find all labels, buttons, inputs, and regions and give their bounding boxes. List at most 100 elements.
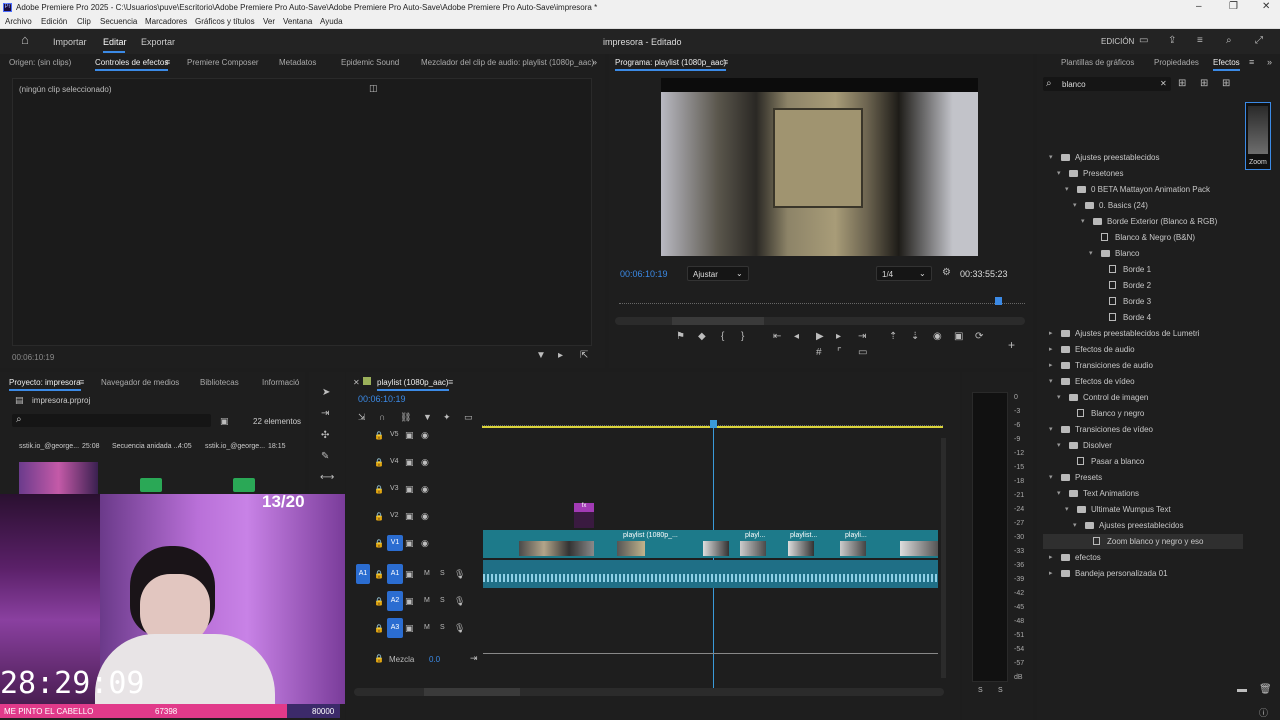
tab-effect-controls[interactable]: Controles de efectos xyxy=(95,58,169,71)
effects-tree-item[interactable]: Presets xyxy=(1075,473,1102,482)
effects-tree-item[interactable]: Blanco & Negro (B&N) xyxy=(1115,233,1195,242)
minimize-icon[interactable]: – xyxy=(1196,1,1202,12)
tab-metadata[interactable]: Metadatos xyxy=(279,58,316,67)
source-patch-a1[interactable]: A1 xyxy=(356,564,370,584)
chevron-down-icon[interactable]: ▾ xyxy=(1057,489,1061,497)
tab-source[interactable]: Origen: (sin clips) xyxy=(9,58,71,67)
playhead-handle[interactable] xyxy=(710,420,717,428)
film-icon[interactable]: ▣ xyxy=(405,484,414,494)
tab-premiere-composer[interactable]: Premiere Composer xyxy=(187,58,259,67)
linked-selection-icon[interactable]: ⛓ xyxy=(400,412,411,422)
effects-tree-item[interactable]: Borde 3 xyxy=(1123,297,1151,306)
project-thumbnail[interactable] xyxy=(19,462,98,494)
lock-icon[interactable]: 🔒 xyxy=(374,570,384,580)
solo-button[interactable]: S xyxy=(440,597,445,604)
mark-out-icon[interactable]: } xyxy=(741,332,744,342)
new-folder-icon[interactable]: ▬ xyxy=(1237,685,1247,695)
chevron-right-icon[interactable]: ▸ xyxy=(1049,569,1053,577)
tab-effects[interactable]: Efectos xyxy=(1213,58,1240,71)
chevron-down-icon[interactable]: ▾ xyxy=(1081,217,1085,225)
add-marker-icon[interactable]: ▼ xyxy=(423,412,432,422)
chevron-right-icon[interactable]: ▸ xyxy=(1049,345,1053,353)
solo-left[interactable]: S xyxy=(978,687,983,694)
menu-icon[interactable]: ≡ xyxy=(723,57,728,67)
chevron-down-icon[interactable]: ▾ xyxy=(1057,441,1061,449)
effects-tree-item[interactable]: Borde 1 xyxy=(1123,265,1151,274)
toggle-timeline-icon[interactable]: ◫ xyxy=(369,83,378,93)
menu-ventana[interactable]: Ventana xyxy=(283,17,312,26)
mark-in-icon[interactable]: { xyxy=(721,332,724,342)
lock-icon[interactable]: 🔒 xyxy=(374,485,384,495)
menu-archivo[interactable]: Archivo xyxy=(5,17,32,26)
tab-properties[interactable]: Propiedades xyxy=(1154,58,1199,67)
lock-icon[interactable]: 🔒 xyxy=(374,597,384,607)
razor-tool-icon[interactable]: ✎ xyxy=(321,452,329,462)
chevron-right-icon[interactable]: ▸ xyxy=(1049,361,1053,369)
yuv-effects-icon[interactable]: ⊞ xyxy=(1222,79,1230,89)
eye-icon[interactable]: ◉ xyxy=(421,484,429,494)
zoom-scrollbar-thumb[interactable] xyxy=(672,317,764,325)
chevron-down-icon[interactable]: ▾ xyxy=(1057,169,1061,177)
menu-secuencia[interactable]: Secuencia xyxy=(100,17,137,26)
project-item-name[interactable]: Secuencia anidada ... xyxy=(112,443,179,450)
solo-right[interactable]: S xyxy=(998,687,1003,694)
project-search-box[interactable]: ⌕ xyxy=(12,414,211,427)
vr-icon[interactable]: ⟳ xyxy=(975,332,983,342)
chevron-down-icon[interactable]: ▾ xyxy=(1057,393,1061,401)
effects-tree-item[interactable]: Ajustes preestablecidos de Lumetri xyxy=(1075,329,1200,338)
settings-icon[interactable]: ✦ xyxy=(443,412,451,422)
vertical-scrollbar[interactable] xyxy=(941,438,946,678)
effects-tree-item[interactable]: Efectos de audio xyxy=(1075,345,1135,354)
tab-media-browser[interactable]: Navegador de medios xyxy=(101,378,179,387)
more-tabs-icon[interactable]: » xyxy=(1267,57,1272,67)
solo-button[interactable]: S xyxy=(440,570,445,577)
trash-icon[interactable]: 🗑 xyxy=(1259,685,1272,695)
effects-tree-item[interactable]: Borde 4 xyxy=(1123,313,1151,322)
effects-tree-item[interactable]: Transiciones de vídeo xyxy=(1075,425,1153,434)
slip-tool-icon[interactable]: ⟷ xyxy=(320,473,334,483)
v2-clip[interactable]: fx xyxy=(574,503,594,528)
program-playhead[interactable] xyxy=(995,297,1002,305)
project-item-name[interactable]: sstik.io_@george... xyxy=(205,443,265,450)
effects-tree-item[interactable]: Control de imagen xyxy=(1083,393,1148,402)
eye-icon[interactable]: ◉ xyxy=(421,538,429,548)
close-icon[interactable]: ✕ xyxy=(353,378,360,388)
lock-icon[interactable]: 🔒 xyxy=(374,458,384,468)
effects-tree-item[interactable]: 0 BETA Mattayon Animation Pack xyxy=(1091,185,1210,194)
preset-thumbnail[interactable]: Zoom xyxy=(1245,102,1271,170)
menu-ayuda[interactable]: Ayuda xyxy=(320,17,343,26)
microphone-icon[interactable]: 🎙 xyxy=(454,623,465,633)
tab-libraries[interactable]: Bibliotecas xyxy=(200,378,239,387)
track-label[interactable]: V2 xyxy=(390,512,399,519)
effects-tree-item[interactable]: Ultimate Wumpus Text xyxy=(1091,505,1171,514)
effects-tree-item[interactable]: Bandeja personalizada 01 xyxy=(1075,569,1168,578)
eye-icon[interactable]: ◉ xyxy=(421,430,429,440)
track-target-a1[interactable]: A1 xyxy=(387,564,403,584)
resolution-dropdown[interactable]: 1/4 ⌄ xyxy=(876,266,932,281)
export-tab[interactable]: Exportar xyxy=(141,37,175,47)
chevron-down-icon[interactable]: ▾ xyxy=(1089,249,1093,257)
effects-tree-item[interactable]: Borde 2 xyxy=(1123,281,1151,290)
track-label[interactable]: V5 xyxy=(390,431,399,438)
clear-search-icon[interactable]: ✕ xyxy=(1160,79,1167,88)
film-icon[interactable]: ▣ xyxy=(405,596,414,606)
track-select-icon[interactable]: ⇥ xyxy=(321,409,329,419)
chevron-down-icon[interactable]: ▾ xyxy=(1049,425,1053,433)
play-audio-icon[interactable]: ▸ xyxy=(558,351,563,361)
lift-icon[interactable]: ⇡ xyxy=(889,332,897,342)
menu-graficos[interactable]: Gráficos y títulos xyxy=(195,17,255,26)
film-icon[interactable]: ▣ xyxy=(405,430,414,440)
camera-icon[interactable]: ◉ xyxy=(933,332,942,342)
go-to-end-icon[interactable]: ⇥ xyxy=(470,653,478,663)
share-icon[interactable]: ⇪ xyxy=(1168,36,1176,46)
mute-button[interactable]: M xyxy=(424,624,430,631)
safe-margins-icon[interactable]: # xyxy=(816,348,822,358)
microphone-icon[interactable]: 🎙 xyxy=(454,596,465,606)
track-label[interactable]: V4 xyxy=(390,458,399,465)
film-icon[interactable]: ▣ xyxy=(405,511,414,521)
zoom-scrollbar[interactable] xyxy=(615,317,1025,325)
maximize-icon[interactable]: ❐ xyxy=(1229,1,1238,12)
track-target-a2[interactable]: A2 xyxy=(387,591,403,611)
effects-search-box[interactable]: ⌕ blanco ✕ xyxy=(1043,77,1171,91)
effects-tree-item[interactable]: Presetones xyxy=(1083,169,1123,178)
